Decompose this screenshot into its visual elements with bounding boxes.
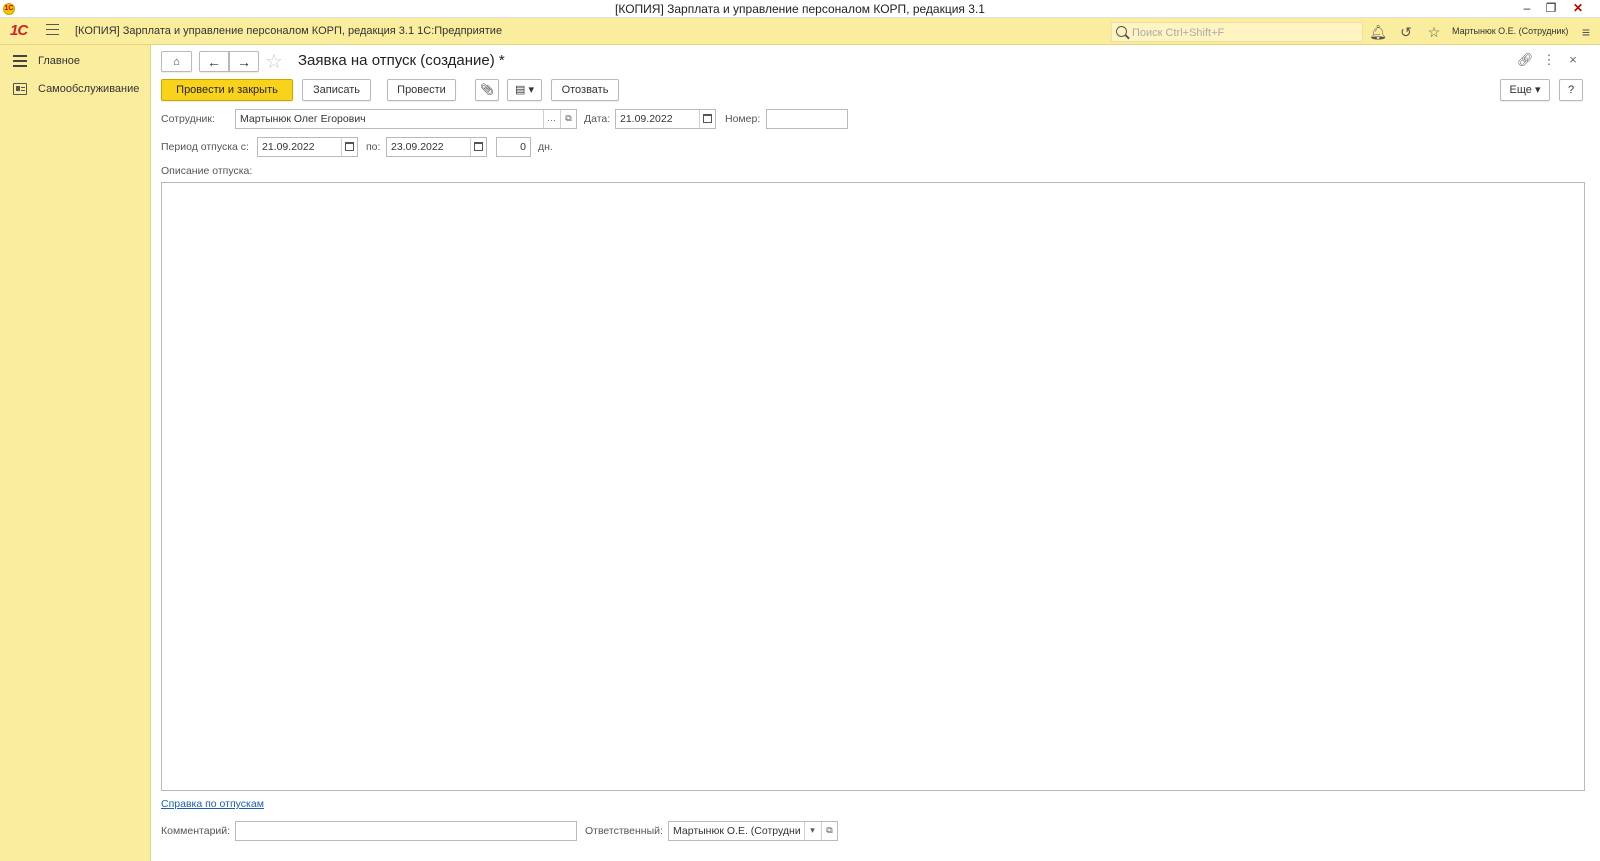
open-employee-icon[interactable]: ⧉	[560, 110, 576, 128]
print-dropdown-icon[interactable]: ▤ ▾	[507, 79, 542, 101]
post-button[interactable]: Провести	[387, 79, 456, 101]
date-label: Дата:	[584, 113, 611, 125]
sidebar-item-main[interactable]: Главное	[0, 50, 150, 74]
calendar-icon[interactable]	[470, 138, 486, 156]
1c-logo[interactable]: 1С	[10, 22, 28, 39]
date-value: 21.09.2022	[620, 113, 673, 125]
app-title: [КОПИЯ] Зарплата и управление персоналом…	[75, 25, 503, 37]
number-field[interactable]	[766, 109, 848, 129]
sidebar: Главное Самообслуживание	[0, 45, 151, 861]
favorite-star-icon[interactable]: ☆	[265, 49, 283, 74]
period-to-value: 23.09.2022	[391, 141, 444, 153]
current-user[interactable]: Мартынюк О.Е. (Сотрудник)	[1452, 26, 1568, 36]
period-to-label: по:	[366, 141, 381, 153]
date-field[interactable]: 21.09.2022	[615, 109, 716, 129]
number-label: Номер:	[725, 113, 761, 125]
calendar-icon[interactable]	[341, 138, 357, 156]
form-title: Заявка на отпуск (создание) *	[298, 52, 505, 69]
save-button[interactable]: Записать	[302, 79, 371, 101]
home-button[interactable]: ⌂	[161, 51, 192, 72]
responsible-field[interactable]: Мартынюк О.Е. (Сотрудни ▾ ⧉	[668, 821, 838, 841]
link-icon[interactable]: 🔗︎	[1517, 52, 1534, 68]
more-label: Еще	[1509, 84, 1532, 96]
vacation-request-form: ⌂ ← → ☆ Заявка на отпуск (создание) * 🔗︎…	[151, 45, 1600, 861]
sidebar-item-self-service[interactable]: Самообслуживание	[0, 78, 150, 102]
settings-menu-icon[interactable]: ≡	[1577, 23, 1595, 41]
description-label: Описание отпуска:	[161, 165, 253, 177]
back-button[interactable]: ←	[199, 51, 229, 72]
forward-button[interactable]: →	[229, 51, 259, 72]
paperclip-icon[interactable]: 📎︎	[475, 79, 499, 101]
employee-label: Сотрудник:	[161, 113, 215, 125]
close-form-icon[interactable]: ×	[1565, 52, 1581, 68]
revoke-button[interactable]: Отозвать	[551, 79, 619, 101]
bell-icon[interactable]: 🔔︎	[1369, 23, 1387, 41]
employee-value: Мартынюк Олег Егорович	[240, 113, 366, 125]
days-unit-label: дн.	[538, 141, 553, 153]
open-responsible-icon[interactable]: ⧉	[821, 822, 837, 840]
post-and-close-button[interactable]: Провести и закрыть	[161, 79, 293, 101]
window-title: [КОПИЯ] Зарплата и управление персоналом…	[615, 2, 985, 16]
restore-icon[interactable]: ❐	[1538, 0, 1564, 18]
search-input[interactable]: Поиск Ctrl+Shift+F	[1111, 22, 1363, 42]
responsible-value: Мартынюк О.Е. (Сотрудни	[673, 825, 801, 837]
more-vertical-icon[interactable]: ⋮	[1541, 52, 1557, 68]
calendar-icon[interactable]	[699, 110, 715, 128]
id-card-icon	[13, 83, 27, 95]
history-icon[interactable]: ↺	[1397, 23, 1415, 41]
main-menu-icon[interactable]	[46, 24, 59, 37]
help-button[interactable]: ?	[1559, 79, 1583, 101]
search-icon	[1116, 26, 1127, 37]
days-count-field[interactable]: 0	[496, 137, 531, 157]
minimize-icon[interactable]: –	[1514, 0, 1540, 18]
responsible-label: Ответственный:	[585, 825, 663, 837]
period-to-field[interactable]: 23.09.2022	[386, 137, 487, 157]
search-placeholder: Поиск Ctrl+Shift+F	[1132, 27, 1225, 39]
period-from-value: 21.09.2022	[262, 141, 315, 153]
sidebar-item-label: Главное	[38, 55, 81, 67]
period-from-label: Период отпуска с:	[161, 141, 249, 153]
window-titlebar: 1C [КОПИЯ] Зарплата и управление персона…	[0, 0, 1600, 18]
select-employee-icon[interactable]: …	[543, 110, 559, 128]
menu-icon	[13, 55, 27, 67]
more-actions-button[interactable]: Еще ▾	[1500, 79, 1550, 101]
favorites-star-icon[interactable]: ☆	[1425, 23, 1443, 41]
sidebar-item-label: Самообслуживание	[38, 83, 140, 95]
period-from-field[interactable]: 21.09.2022	[257, 137, 358, 157]
dropdown-arrow-icon[interactable]: ▾	[804, 822, 820, 840]
comment-label: Комментарий:	[161, 825, 231, 837]
close-window-icon[interactable]: ✕	[1565, 0, 1591, 18]
employee-field[interactable]: Мартынюк Олег Егорович … ⧉	[235, 109, 577, 129]
app-header: 1С [КОПИЯ] Зарплата и управление персона…	[0, 18, 1600, 45]
description-textarea[interactable]	[161, 182, 1585, 791]
vacation-help-link[interactable]: Справка по отпускам	[161, 798, 264, 810]
comment-field[interactable]	[235, 821, 577, 841]
